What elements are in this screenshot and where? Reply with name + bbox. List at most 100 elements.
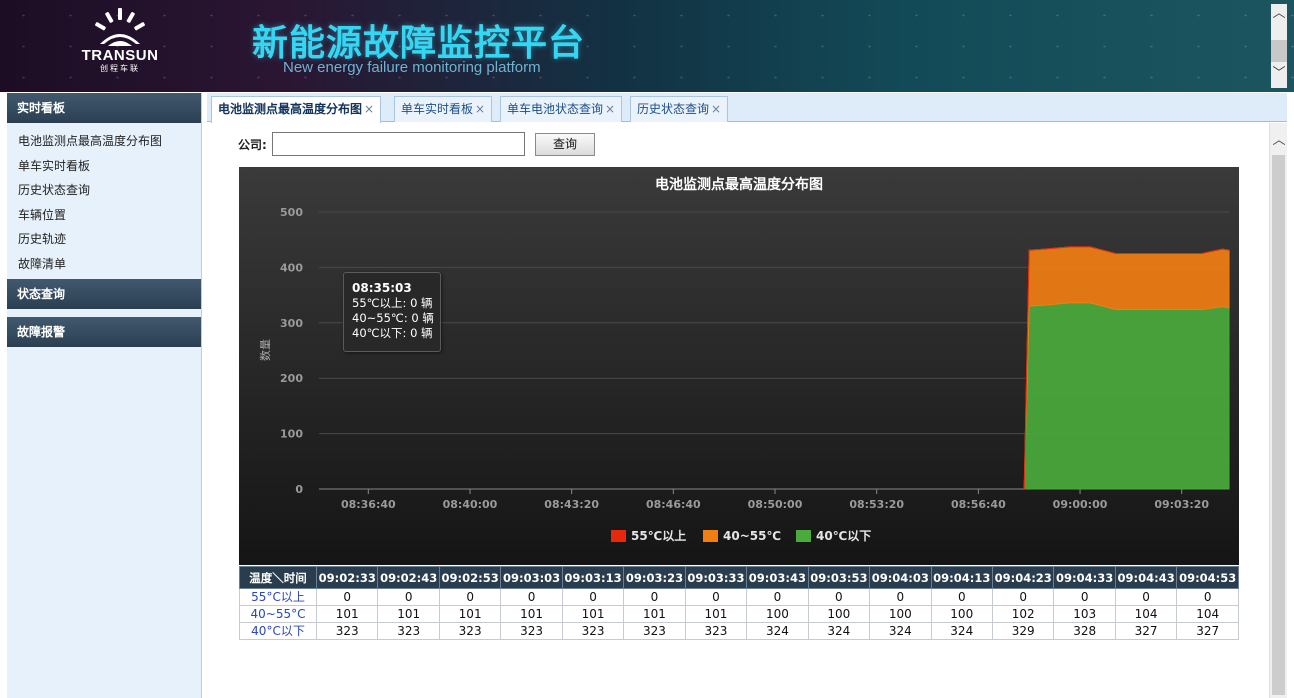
x-tick-label: 09:00:00 <box>1053 498 1108 511</box>
header-scroll-thumb[interactable] <box>1271 40 1287 62</box>
table-time-header: 09:04:03 <box>869 566 932 589</box>
table-cell: 0 <box>500 588 563 606</box>
table-time-header: 09:03:13 <box>561 566 625 589</box>
table-cell: 0 <box>315 588 379 606</box>
x-tick-label: 08:43:20 <box>544 498 599 511</box>
table-time-header: 09:02:43 <box>377 566 440 589</box>
close-icon[interactable]: × <box>605 102 615 116</box>
scroll-up-icon[interactable]: ︿ <box>1271 6 1287 22</box>
close-icon[interactable]: × <box>475 102 485 116</box>
table-cell: 324 <box>807 622 871 640</box>
table-row: 40°C以下 323 323 323 323 323 323 323 324 324 324 324 3… <box>239 622 1239 640</box>
table-corner-header: 温度＼时间 <box>239 566 317 589</box>
table-cell: 101 <box>623 605 686 623</box>
legend-label: 40℃以下 <box>816 529 871 543</box>
tab-temperature-distribution[interactable]: 电池监测点最高温度分布图 × <box>211 96 382 123</box>
sidebar-item-history-track[interactable]: 历史轨迹 <box>7 227 201 252</box>
table-cell: 100 <box>869 605 932 623</box>
table-cell: 0 <box>561 588 625 606</box>
tab-history-status[interactable]: 历史状态查询 × <box>630 96 729 122</box>
table-cell: 0 <box>623 588 686 606</box>
table-cell: 0 <box>807 588 871 606</box>
table-time-header: 09:03:33 <box>684 566 748 589</box>
tooltip-time: 08:35:03 <box>352 281 412 295</box>
y-tick-label: 500 <box>280 206 303 219</box>
sidebar-item-fault-list[interactable]: 故障清单 <box>7 252 201 277</box>
table-header-row: 温度＼时间 09:02:33 09:02:43 09:02:53 09:03:03 09… <box>239 566 1239 589</box>
chart-title: 电池监测点最高温度分布图 <box>655 176 823 193</box>
legend-label: 55℃以上 <box>631 528 686 543</box>
table-cell: 101 <box>438 605 502 623</box>
table-cell: 101 <box>561 605 625 623</box>
table-cell: 101 <box>377 605 440 623</box>
table-cell: 102 <box>991 605 1055 623</box>
scroll-down-icon[interactable]: ﹀ <box>1271 66 1287 82</box>
table-cell: 104 <box>1176 605 1239 623</box>
table-cell: 329 <box>991 622 1055 640</box>
table-cell: 323 <box>623 622 686 640</box>
company-input[interactable] <box>272 132 525 156</box>
table-cell: 324 <box>930 622 993 640</box>
sidebar-section-status-query[interactable]: 状态查询 <box>7 278 201 309</box>
table-cell: 101 <box>315 605 379 623</box>
app-header: TRANSUN 创程车联 新能源故障监控平台 New energy failur… <box>0 0 1294 92</box>
platform-subtitle: New energy failure monitoring platform <box>283 59 541 76</box>
table-time-header: 09:02:53 <box>438 566 502 589</box>
header-scrollbar[interactable]: ︿ ﹀ <box>1271 4 1287 88</box>
y-tick-label: 100 <box>280 428 303 441</box>
table-cell: 0 <box>869 588 932 606</box>
table-cell: 327 <box>1176 622 1239 640</box>
content-scrollbar[interactable]: ︿ <box>1269 123 1287 698</box>
tab-label: 电池监测点最高温度分布图 <box>218 102 363 116</box>
table-row-label: 40~55°C <box>239 605 317 623</box>
sidebar-item-vehicle-location[interactable]: 车辆位置 <box>7 203 201 228</box>
scroll-up-icon[interactable]: ︿ <box>1270 129 1288 148</box>
content-scroll-thumb[interactable] <box>1272 155 1285 695</box>
table-cell: 323 <box>500 622 563 640</box>
table-row-label: 55°C以上 <box>239 588 317 606</box>
brand-name-cn: 创程车联 <box>100 64 140 73</box>
company-label: 公司: <box>238 138 267 152</box>
x-tick-label: 08:36:40 <box>341 498 396 511</box>
legend-swatch <box>703 530 718 542</box>
tab-battery-status[interactable]: 单车电池状态查询 × <box>500 96 623 122</box>
table-time-header: 09:03:53 <box>807 566 871 589</box>
sidebar-section-fault-alarm[interactable]: 故障报警 <box>7 316 201 347</box>
table-row: 40~55°C 101 101 101 101 101 101 101 100 100 100 100… <box>239 605 1239 623</box>
table-cell: 323 <box>561 622 625 640</box>
y-tick-label: 300 <box>280 317 303 330</box>
table-time-header: 09:04:43 <box>1114 566 1178 589</box>
legend-label: 40~55℃ <box>723 529 781 543</box>
table-time-header: 09:02:33 <box>315 566 379 589</box>
tab-vehicle-dashboard[interactable]: 单车实时看板 × <box>394 96 493 122</box>
table-cell: 0 <box>1114 588 1178 606</box>
table-row-label: 40°C以下 <box>239 622 317 640</box>
table-cell: 324 <box>869 622 932 640</box>
query-button[interactable]: 查询 <box>535 133 595 156</box>
table-cell: 323 <box>684 622 748 640</box>
sidebar-item-history-status[interactable]: 历史状态查询 <box>7 178 201 203</box>
table-cell: 0 <box>746 588 809 606</box>
close-icon[interactable]: × <box>711 102 721 116</box>
table-time-header: 09:03:43 <box>746 566 809 589</box>
table-cell: 0 <box>991 588 1055 606</box>
x-tick-label: 09:03:20 <box>1154 498 1209 511</box>
table-time-header: 09:03:03 <box>500 566 563 589</box>
table-cell: 101 <box>500 605 563 623</box>
table-cell: 0 <box>1176 588 1239 606</box>
tooltip-line-mid: 40~55℃: 0 辆 <box>352 311 434 325</box>
table-time-header: 09:03:23 <box>623 566 686 589</box>
sidebar-item-temperature-distribution[interactable]: 电池监测点最高温度分布图 <box>7 129 201 154</box>
table-cell: 103 <box>1053 605 1116 623</box>
table-cell: 0 <box>1053 588 1116 606</box>
table-cell: 324 <box>746 622 809 640</box>
sidebar-section-realtime[interactable]: 实时看板 <box>7 93 201 123</box>
y-axis-label: 数量 <box>259 339 272 361</box>
tab-label: 单车电池状态查询 <box>507 102 604 116</box>
close-icon[interactable]: × <box>364 102 374 116</box>
x-tick-label: 08:40:00 <box>443 498 498 511</box>
tooltip-line-low: 40℃以下: 0 辆 <box>352 326 433 340</box>
table-cell: 327 <box>1114 622 1178 640</box>
table-cell: 0 <box>930 588 993 606</box>
sidebar-item-vehicle-dashboard[interactable]: 单车实时看板 <box>7 154 201 179</box>
